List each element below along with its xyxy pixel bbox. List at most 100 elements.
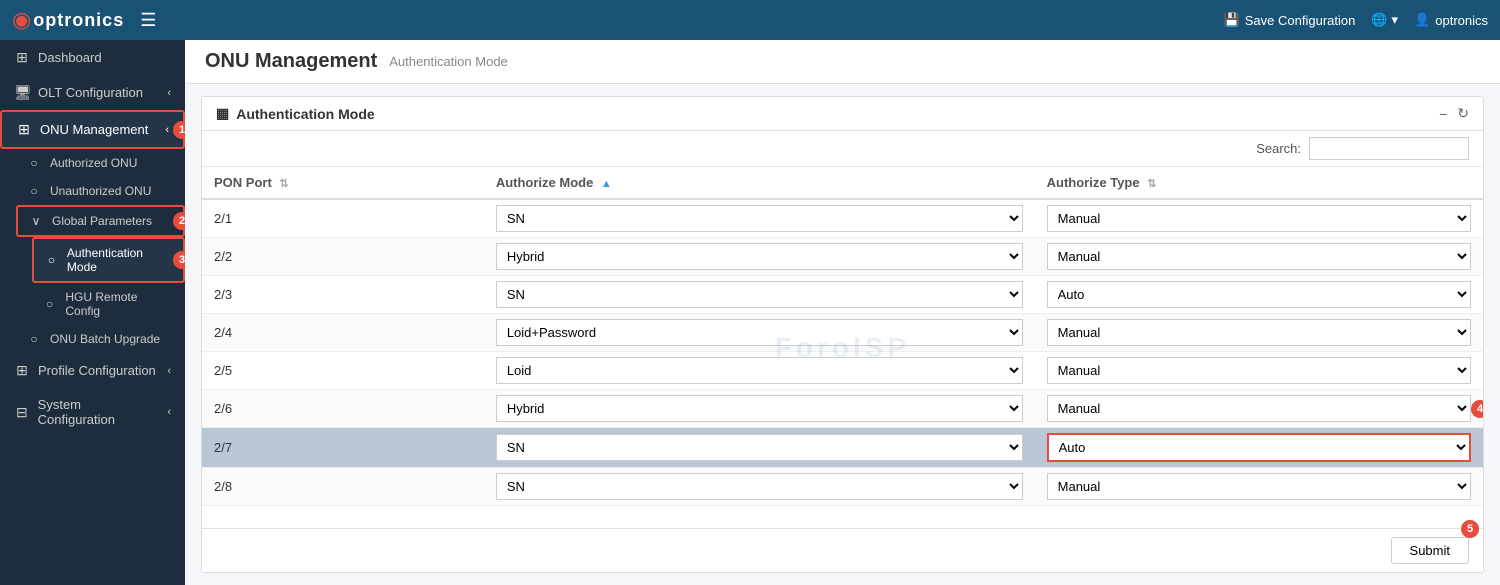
sidebar-item-hgu-remote[interactable]: ○ HGU Remote Config — [32, 283, 185, 325]
col-pon-port[interactable]: PON Port ⇅ — [202, 167, 484, 199]
search-bar: Search: — [202, 131, 1483, 167]
auth-type-select[interactable]: ManualAuto — [1047, 243, 1471, 270]
auth-mode-select[interactable]: SNHybridLoidLoid+PasswordMACMAC+Password — [496, 243, 1023, 270]
auth-mode-select[interactable]: SNHybridLoidLoid+PasswordMACMAC+Password — [496, 473, 1023, 500]
sidebar-item-onu-batch[interactable]: ○ ONU Batch Upgrade — [16, 325, 185, 353]
table-row: 2/3 SNHybridLoidLoid+PasswordMACMAC+Passw… — [202, 276, 1483, 314]
submit-button[interactable]: Submit — [1391, 537, 1469, 564]
cell-pon-port: 2/2 — [202, 238, 484, 276]
profile-config-icon: ⊞ — [14, 362, 30, 379]
col-auth-type[interactable]: Authorize Type ⇅ — [1035, 167, 1483, 199]
auth-mode-table: PON Port ⇅ Authorize Mode ▲ Authorize Ty… — [202, 167, 1483, 506]
auth-type-select[interactable]: ManualAuto — [1047, 205, 1471, 232]
sidebar-item-label: Profile Configuration — [38, 363, 156, 378]
table-row: 2/8SNHybridLoidLoid+PasswordMACMAC+Passw… — [202, 468, 1483, 506]
user-icon: 👤 — [1414, 12, 1430, 28]
sidebar-item-label: ONU Management — [40, 122, 148, 137]
auth-type-select[interactable]: ManualAuto — [1047, 395, 1471, 422]
sidebar-item-authentication-mode[interactable]: ○ Authentication Mode 3 — [32, 237, 185, 283]
cell-pon-port: 2/1 — [202, 199, 484, 238]
sidebar-item-unauthorized-onu[interactable]: ○ Unauthorized ONU — [16, 177, 185, 205]
sidebar-item-global-parameters[interactable]: ∨ Global Parameters 2 — [16, 205, 185, 237]
badge-3: 3 — [173, 251, 185, 269]
table-row: 2/2 SNHybridLoidLoid+PasswordMACMAC+Passw… — [202, 238, 1483, 276]
chevron-icon: ‹ — [167, 87, 171, 99]
minimize-button[interactable]: − — [1439, 106, 1447, 122]
language-selector[interactable]: 🌐 ▾ — [1371, 12, 1398, 28]
sidebar-item-label: Unauthorized ONU — [50, 184, 151, 198]
refresh-button[interactable]: ↻ — [1457, 105, 1469, 122]
panel-title: ▦ Authentication Mode — [216, 105, 375, 122]
cell-pon-port: 2/4 — [202, 314, 484, 352]
badge-1: 1 — [173, 121, 185, 139]
sidebar-item-authorized-onu[interactable]: ○ Authorized ONU — [16, 149, 185, 177]
sidebar-item-label: Authorized ONU — [50, 156, 137, 170]
auth-mode-select[interactable]: SNHybridLoidLoid+PasswordMACMAC+Password — [496, 205, 1023, 232]
logo: ◉ optronics — [12, 7, 124, 33]
cell-auth-mode: SNHybridLoidLoid+PasswordMACMAC+Password — [484, 428, 1035, 468]
sort-icon-auth-mode: ▲ — [601, 178, 612, 190]
auth-mode-select[interactable]: SNHybridLoidLoid+PasswordMACMAC+Password — [496, 434, 1023, 461]
sidebar-item-label: ONU Batch Upgrade — [50, 332, 160, 346]
col-auth-mode[interactable]: Authorize Mode ▲ — [484, 167, 1035, 199]
page-breadcrumb: Authentication Mode — [389, 54, 508, 69]
sidebar-item-label: Dashboard — [38, 50, 102, 65]
save-config-button[interactable]: 💾 Save Configuration — [1224, 12, 1356, 28]
auth-mode-select[interactable]: SNHybridLoidLoid+PasswordMACMAC+Password — [496, 281, 1023, 308]
sidebar-item-system-config[interactable]: ⊟ System Configuration ‹ — [0, 388, 185, 436]
table-row: 2/1 SNHybridLoidLoid+PasswordMACMAC+Passw… — [202, 199, 1483, 238]
logo-icon: ◉ — [12, 7, 31, 33]
user-label: optronics — [1435, 13, 1488, 28]
badge-5: 5 — [1461, 520, 1479, 538]
chevron-icon: ‹ — [167, 365, 171, 377]
auth-type-select[interactable]: ManualAuto — [1047, 473, 1471, 500]
sidebar-item-onu-management[interactable]: ⊞ ONU Management ‹ 1 — [0, 110, 185, 149]
globe-arrow: ▾ — [1392, 12, 1399, 28]
system-config-icon: ⊟ — [14, 404, 30, 421]
auth-type-select[interactable]: ManualAuto — [1047, 281, 1471, 308]
search-input[interactable] — [1309, 137, 1469, 160]
cell-auth-type: ManualAuto4 — [1035, 390, 1483, 428]
sidebar-item-profile-config[interactable]: ⊞ Profile Configuration ‹ — [0, 353, 185, 388]
sidebar-item-label: System Configuration — [38, 397, 160, 427]
badge-2: 2 — [173, 212, 185, 230]
auth-type-select[interactable]: ManualAuto — [1047, 357, 1471, 384]
table-row: 2/7 SNHybridLoidLoid+PasswordMACMAC+Passw… — [202, 428, 1483, 468]
auth-mode-icon: ○ — [44, 253, 59, 267]
olt-config-icon: 🖥 — [14, 84, 30, 101]
cell-auth-type: ManualAuto — [1035, 428, 1483, 468]
hamburger-icon[interactable]: ☰ — [140, 10, 156, 31]
auth-type-select[interactable]: ManualAuto — [1047, 433, 1471, 462]
save-label: Save Configuration — [1245, 13, 1356, 28]
cell-auth-mode: SNHybridLoidLoid+PasswordMACMAC+Password — [484, 238, 1035, 276]
save-icon: 💾 — [1224, 12, 1240, 28]
auth-mode-select[interactable]: SNHybridLoidLoid+PasswordMACMAC+Password — [496, 319, 1023, 346]
user-menu[interactable]: 👤 optronics — [1414, 12, 1488, 28]
sidebar-item-olt-config[interactable]: 🖥 OLT Configuration ‹ — [0, 75, 185, 110]
auth-mode-select[interactable]: SNHybridLoidLoid+PasswordMACMAC+Password — [496, 357, 1023, 384]
cell-auth-mode: SNHybridLoidLoid+PasswordMACMAC+Password — [484, 199, 1035, 238]
main-layout: ⊞ Dashboard 🖥 OLT Configuration ‹ ⊞ ONU … — [0, 40, 1500, 585]
cell-auth-type: ManualAuto — [1035, 314, 1483, 352]
navbar: ◉ optronics ☰ 💾 Save Configuration 🌐 ▾ 👤… — [0, 0, 1500, 40]
cell-pon-port: 2/5 — [202, 352, 484, 390]
badge-4: 4 — [1471, 400, 1483, 418]
table-wrapper: ForoISP PON Port ⇅ Authorize Mode ▲ Auth… — [202, 167, 1483, 528]
navbar-right: 💾 Save Configuration 🌐 ▾ 👤 optronics — [1224, 12, 1488, 28]
auth-type-select[interactable]: ManualAuto — [1047, 319, 1471, 346]
cell-auth-type: ManualAuto — [1035, 238, 1483, 276]
cell-pon-port: 2/3 — [202, 276, 484, 314]
cell-pon-port: 2/6 — [202, 390, 484, 428]
cell-auth-mode: SNHybridLoidLoid+PasswordMACMAC+Password — [484, 468, 1035, 506]
sidebar-item-dashboard[interactable]: ⊞ Dashboard — [0, 40, 185, 75]
dashboard-icon: ⊞ — [14, 49, 30, 66]
auth-mode-select[interactable]: SNHybridLoidLoid+PasswordMACMAC+Password — [496, 395, 1023, 422]
cell-pon-port: 2/7 — [202, 428, 484, 468]
panel-header: ▦ Authentication Mode − ↻ — [202, 97, 1483, 131]
chevron-icon: ‹ — [167, 406, 171, 418]
cell-auth-mode: SNHybridLoidLoid+PasswordMACMAC+Password — [484, 276, 1035, 314]
onu-management-icon: ⊞ — [16, 121, 32, 138]
logo-text: optronics — [33, 10, 124, 31]
panel-title-icon: ▦ — [216, 105, 229, 122]
authorized-onu-icon: ○ — [26, 156, 42, 170]
